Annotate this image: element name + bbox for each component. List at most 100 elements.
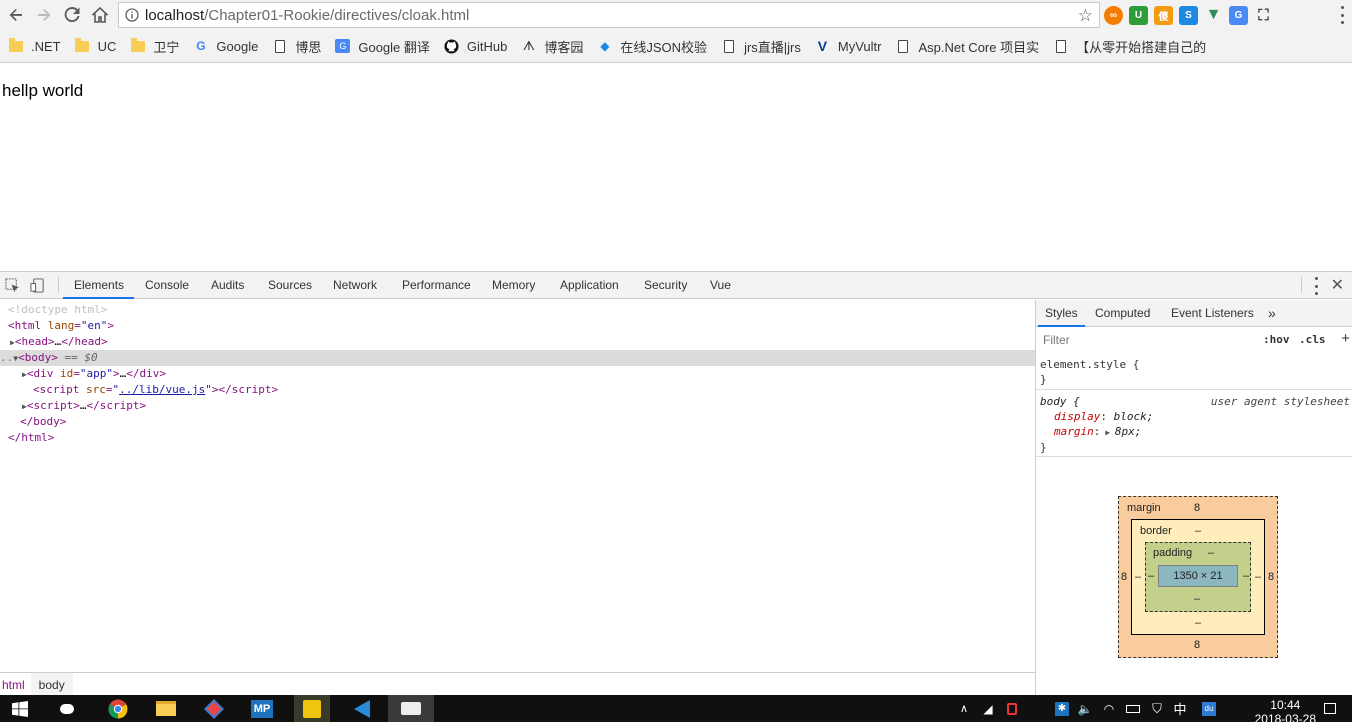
chrome-menu-icon[interactable]: [1338, 6, 1346, 24]
extension-s-icon[interactable]: S: [1179, 5, 1198, 25]
more-tabs-icon[interactable]: »: [1268, 300, 1276, 326]
git-tool-icon[interactable]: [198, 695, 230, 722]
dom-body-close[interactable]: </body>: [20, 414, 66, 430]
box-model-content[interactable]: 1350 × 21: [1158, 565, 1238, 587]
active-window-icon[interactable]: [388, 695, 434, 722]
extension-shield-icon[interactable]: U: [1129, 5, 1148, 25]
cls-toggle[interactable]: .cls: [1299, 333, 1326, 346]
extension-screenshot-icon[interactable]: ⛶: [1254, 6, 1273, 25]
vscode-icon[interactable]: [346, 695, 378, 722]
tab-network[interactable]: Network: [333, 272, 377, 298]
bookmark-item[interactable]: 博思: [272, 37, 321, 56]
tab-styles[interactable]: Styles: [1038, 300, 1085, 327]
tray-app-icon[interactable]: [1004, 695, 1020, 722]
tab-event-listeners[interactable]: Event Listeners: [1171, 300, 1254, 326]
taskbar-clock[interactable]: 10:44 2018-03-28: [1255, 698, 1316, 722]
margin-left-value[interactable]: 8: [1121, 571, 1127, 583]
devtools-menu-icon[interactable]: [1312, 277, 1320, 295]
border-right-value[interactable]: –: [1255, 571, 1261, 583]
security-shield-icon[interactable]: ⛉: [1148, 695, 1166, 722]
forward-button[interactable]: [30, 1, 58, 29]
network-icon[interactable]: ◠: [1100, 695, 1118, 722]
bookmark-item[interactable]: G Google: [193, 39, 258, 54]
start-button[interactable]: [4, 695, 36, 722]
bluetooth-icon[interactable]: ✱: [1052, 695, 1072, 722]
tray-send-icon[interactable]: ◢: [980, 695, 996, 722]
extension-infinity-icon[interactable]: ∞: [1104, 5, 1123, 25]
style-property[interactable]: margin: ▶ 8px;: [1040, 424, 1352, 440]
tab-audits[interactable]: Audits: [211, 272, 244, 298]
baidu-icon[interactable]: du: [1200, 695, 1218, 722]
padding-left-value[interactable]: –: [1148, 570, 1154, 582]
box-model-border[interactable]: border – – – – padding – – – – 1350 × 21: [1131, 519, 1265, 635]
address-bar[interactable]: localhost/Chapter01-Rookie/directives/cl…: [118, 2, 1100, 28]
tab-security[interactable]: Security: [644, 272, 687, 298]
home-button[interactable]: [86, 1, 114, 29]
bookmark-item[interactable]: G Google 翻译: [335, 37, 430, 56]
script-src-link[interactable]: ../lib/vue.js: [119, 383, 205, 396]
volume-icon[interactable]: 🔈: [1076, 695, 1094, 722]
padding-top-value[interactable]: –: [1208, 547, 1214, 559]
dom-head[interactable]: ▶<head>…</head>: [10, 334, 108, 350]
box-model-padding[interactable]: padding – – – – 1350 × 21: [1145, 542, 1251, 612]
reload-button[interactable]: [58, 1, 86, 29]
bookmark-item[interactable]: .NET: [8, 37, 61, 54]
dom-html[interactable]: <html lang="en">: [8, 318, 114, 334]
dom-div-app[interactable]: ▶<div id="app">…</div>: [22, 366, 166, 382]
battery-icon[interactable]: [1124, 695, 1142, 722]
bookmark-item[interactable]: 卫宁: [130, 37, 179, 56]
breadcrumb-body[interactable]: body: [30, 672, 73, 697]
bookmark-item[interactable]: V MyVultr: [815, 38, 882, 54]
extension-vue-icon[interactable]: ▼: [1204, 6, 1223, 25]
styles-filter-input[interactable]: [1040, 330, 1252, 350]
element-style-rule[interactable]: element.style { }: [1036, 354, 1352, 390]
back-button[interactable]: [2, 1, 30, 29]
tab-console[interactable]: Console: [145, 272, 189, 298]
sticky-app-icon[interactable]: [294, 695, 330, 722]
tab-vue[interactable]: Vue: [710, 272, 731, 298]
dom-body-selected[interactable]: ..▼<body> == $0: [0, 350, 1035, 366]
bookmark-item[interactable]: GitHub: [444, 39, 507, 54]
dom-html-close[interactable]: </html>: [8, 430, 54, 446]
new-rule-button[interactable]: +: [1341, 330, 1350, 347]
expand-triangle-icon[interactable]: ▶: [1100, 428, 1114, 437]
tab-elements[interactable]: Elements: [63, 272, 134, 299]
close-devtools-icon[interactable]: ✕: [1331, 275, 1344, 295]
hov-toggle[interactable]: :hov: [1263, 333, 1290, 346]
extension-translate-icon[interactable]: G: [1229, 5, 1248, 25]
body-ua-rule[interactable]: body { user agent stylesheet display: bl…: [1036, 391, 1352, 457]
dom-doctype[interactable]: <!doctype html>: [8, 302, 107, 318]
margin-right-value[interactable]: 8: [1268, 571, 1274, 583]
info-icon[interactable]: [119, 3, 145, 27]
file-explorer-icon[interactable]: [150, 695, 182, 722]
border-left-value[interactable]: –: [1135, 571, 1141, 583]
tab-sources[interactable]: Sources: [268, 272, 312, 298]
border-bottom-value[interactable]: –: [1195, 617, 1201, 629]
bookmark-item[interactable]: jrs直播|jrs: [721, 37, 801, 56]
dom-script-inline[interactable]: ▶<script>…</script>: [22, 398, 146, 414]
style-property[interactable]: display: block;: [1040, 409, 1352, 424]
inspect-element-icon[interactable]: [5, 278, 20, 293]
tab-performance[interactable]: Performance: [402, 272, 471, 298]
bookmark-item[interactable]: Asp.Net Core 项目实: [895, 37, 1039, 56]
mp-app-icon[interactable]: MP: [246, 695, 278, 722]
padding-right-value[interactable]: –: [1243, 570, 1249, 582]
breadcrumb-html[interactable]: html: [0, 673, 31, 697]
bookmark-item[interactable]: ᗑ 博客园: [521, 37, 584, 56]
padding-bottom-value[interactable]: –: [1194, 593, 1200, 605]
dom-script-vue[interactable]: <script src="../lib/vue.js"></script>: [33, 382, 278, 398]
device-toolbar-icon[interactable]: [30, 278, 45, 293]
notification-icon[interactable]: [1320, 695, 1340, 722]
box-model-margin[interactable]: margin 8 8 8 8 border – – – – padding – …: [1118, 496, 1278, 658]
tab-application[interactable]: Application: [560, 272, 619, 298]
bookmark-item[interactable]: UC: [75, 37, 116, 54]
border-top-value[interactable]: –: [1195, 525, 1201, 537]
bookmark-item[interactable]: ◆ 在线JSON校验: [597, 37, 707, 56]
bookmark-item[interactable]: 【从零开始搭建自己的: [1053, 37, 1206, 56]
tab-memory[interactable]: Memory: [492, 272, 535, 298]
tab-computed[interactable]: Computed: [1095, 300, 1150, 326]
margin-bottom-value[interactable]: 8: [1194, 639, 1200, 651]
cortana-icon[interactable]: [52, 695, 82, 722]
extension-orange-icon[interactable]: 傻: [1154, 5, 1173, 25]
margin-top-value[interactable]: 8: [1194, 502, 1200, 514]
